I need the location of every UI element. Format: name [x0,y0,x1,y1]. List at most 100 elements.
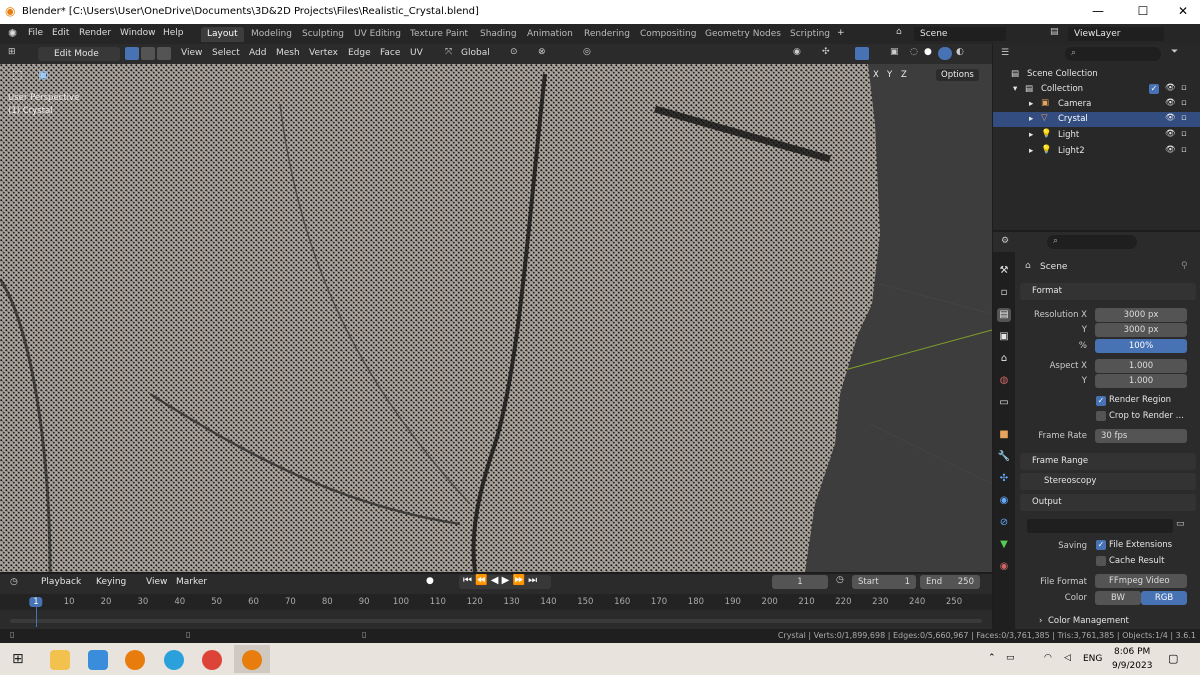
render-tab-icon[interactable]: ▫ [997,286,1011,300]
outliner-row-camera[interactable]: ▸ ▣ Camera 👁 ▫ [993,97,1200,112]
file-explorer-icon[interactable] [50,650,70,670]
menu-select[interactable]: Select [212,48,240,58]
expand-chevron-icon[interactable]: ▸ [1029,130,1033,140]
language-indicator[interactable]: ENG [1083,654,1102,664]
tab-scripting[interactable]: Scripting [784,27,836,42]
tab-layout[interactable]: Layout [201,27,244,42]
outliner-row-collection[interactable]: ▾ ▤ Collection ✓ 👁 ▫ [993,82,1200,97]
rendered-shading-icon[interactable]: ◐ [956,47,964,57]
chevron-right-icon[interactable]: › [1039,616,1042,626]
tab-texture-paint[interactable]: Texture Paint [404,27,474,42]
eye-icon[interactable]: 👁 [1165,113,1176,123]
physics-tab-icon[interactable]: ◉ [997,494,1011,508]
timeline-editor-icon[interactable]: ◷ [10,577,18,587]
menu-window[interactable]: Window [120,28,156,38]
output-tab-icon[interactable]: ▤ [997,308,1011,322]
face-select-icon[interactable] [157,47,171,60]
menu-uv[interactable]: UV [410,48,423,58]
menu-marker[interactable]: Marker [176,577,207,587]
wifi-icon[interactable]: ◠ [1044,653,1052,663]
minimize-button[interactable]: — [1083,4,1113,18]
active-blender-task[interactable] [234,645,270,673]
collection-checkbox[interactable]: ✓ [1149,84,1159,94]
menu-edit[interactable]: Edit [52,28,69,38]
overlays-icon[interactable] [855,47,869,60]
file-format-dropdown[interactable]: FFmpeg Video [1095,574,1187,588]
filter-icon[interactable]: ⏷ [1171,47,1178,57]
record-icon[interactable]: ● [426,576,434,586]
add-workspace-button[interactable]: + [837,28,845,38]
resolution-x-field[interactable]: 3000 px [1095,308,1187,322]
mirror-z-toggle[interactable]: Z [901,70,907,80]
xray-icon[interactable]: ▣ [890,47,899,57]
options-dropdown[interactable]: Options [936,69,979,81]
playback-controls[interactable]: ⏮ ⏪ ◀ ▶ ⏩ ⏭ [459,575,551,589]
volume-icon[interactable]: ◁ [1064,653,1071,663]
blender-app-icon[interactable] [125,650,145,670]
expand-chevron-icon[interactable]: ▸ [1029,99,1033,109]
output-panel-header[interactable]: Output [1020,494,1196,511]
frame-range-panel-header[interactable]: Frame Range [1020,453,1196,470]
object-tab-icon[interactable]: ■ [997,428,1011,442]
tab-modeling[interactable]: Modeling [245,27,298,42]
scene-selector[interactable]: Scene [914,27,1006,41]
editor-type-icon[interactable]: ⊞ [8,47,16,57]
outliner-editor-icon[interactable]: ☰ [1001,48,1009,58]
color-rgb-button[interactable]: RGB [1141,591,1187,605]
view-layer-tab-icon[interactable]: ▣ [997,330,1011,344]
solid-shading-icon[interactable]: ● [924,47,932,57]
data-tab-icon[interactable]: ▼ [997,538,1011,552]
output-path-field[interactable] [1027,519,1173,533]
notification-icon[interactable]: ▢ [1168,652,1178,665]
search-icon[interactable]: ⌕ [1065,47,1161,61]
visibility-icon[interactable]: ◉ [793,47,801,57]
outliner-row-light[interactable]: ▸ 💡 Light 👁 ▫ [993,128,1200,143]
gizmo-icon[interactable]: ✣ [822,47,830,57]
tab-shading[interactable]: Shading [474,27,523,42]
collection-tab-icon[interactable]: ▭ [997,396,1011,410]
folder-icon[interactable]: ▭ [1176,519,1185,529]
modifier-tab-icon[interactable]: 🔧 [997,450,1011,464]
color-management-panel[interactable]: Color Management [1048,616,1129,626]
pin-icon[interactable]: ⚲ [1181,261,1188,271]
world-tab-icon[interactable]: ◍ [997,374,1011,388]
constraints-tab-icon[interactable]: ⊘ [997,516,1011,530]
frame-ruler[interactable]: 1 10 20 30 40 50 60 70 80 90 100 110 120 130 140 150 160… [0,594,992,610]
eye-icon[interactable]: 👁 [1165,129,1176,139]
eye-icon[interactable]: 👁 [1165,83,1176,93]
mirror-y-toggle[interactable]: Y [887,70,892,80]
tab-rendering[interactable]: Rendering [578,27,636,42]
expand-chevron-icon[interactable]: ▸ [1029,114,1033,124]
pivot-icon[interactable]: ⊙ [510,47,518,57]
collapse-chevron-icon[interactable]: ▾ [1013,84,1017,94]
tab-compositing[interactable]: Compositing [634,27,702,42]
tab-uv-editing[interactable]: UV Editing [348,27,407,42]
playhead[interactable] [36,607,37,627]
camera-render-icon[interactable]: ▫ [1181,113,1187,123]
vertex-select-icon[interactable] [125,47,139,60]
blender-menu-icon[interactable]: ✺ [8,27,17,40]
resolution-y-field[interactable]: 3000 px [1095,323,1187,337]
outliner-row-crystal[interactable]: ▸ ▽ Crystal 👁 ▫ [993,112,1200,127]
mode-selector[interactable]: Edit Mode [38,47,120,61]
menu-face[interactable]: Face [380,48,400,58]
material-shading-icon[interactable] [938,47,952,60]
crop-checkbox[interactable] [1096,411,1106,421]
maximize-button[interactable]: ☐ [1128,4,1158,18]
current-frame-field[interactable]: 1 [772,575,828,589]
resolution-percent-field[interactable]: 100% [1095,339,1187,353]
tool-tab-icon[interactable]: ⚒ [997,264,1011,278]
menu-add[interactable]: Add [249,48,266,58]
color-bw-button[interactable]: BW [1095,591,1141,605]
select-tool-icon[interactable]: ⬚ [12,68,22,81]
camera-render-icon[interactable]: ▫ [1181,98,1187,108]
menu-view[interactable]: View [181,48,202,58]
timeline-scrollbar[interactable] [10,619,982,623]
scene-tab-icon[interactable]: ⌂ [997,352,1011,366]
render-region-checkbox[interactable]: ✓ [1096,396,1106,406]
store-icon[interactable] [88,650,108,670]
tray-chevron-icon[interactable]: ⌃ [988,653,996,663]
outliner-row-light2[interactable]: ▸ 💡 Light2 👁 ▫ [993,144,1200,159]
camera-render-icon[interactable]: ▫ [1181,129,1187,139]
format-panel-header[interactable]: Format [1020,283,1196,300]
